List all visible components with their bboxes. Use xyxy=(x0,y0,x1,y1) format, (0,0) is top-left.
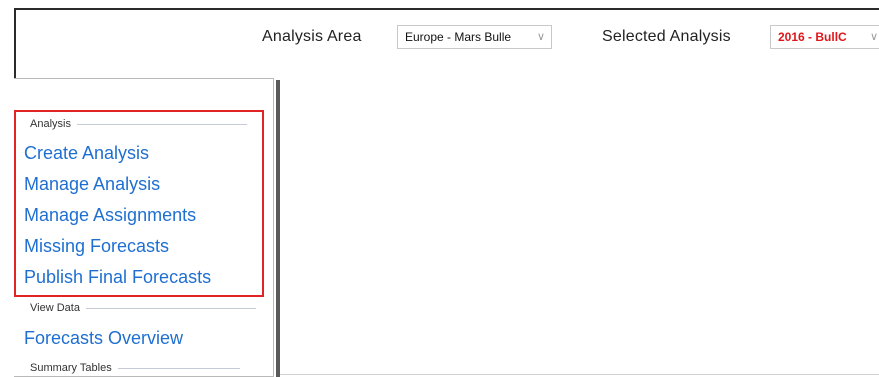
app-window: Analysis Area Europe - Mars Bulle ∨ Sele… xyxy=(0,0,879,377)
nav-link-manage-analysis[interactable]: Manage Analysis xyxy=(24,174,160,195)
analysis-area-label: Analysis Area xyxy=(262,28,362,45)
analysis-area-value: Europe - Mars Bulle xyxy=(405,30,512,44)
selected-analysis-label: Selected Analysis xyxy=(602,28,731,45)
window-border-top xyxy=(14,8,879,10)
selected-analysis-dropdown[interactable]: 2016 - BullC ∨ xyxy=(770,25,879,49)
section-divider xyxy=(76,123,247,125)
nav-link-forecasts-overview[interactable]: Forecasts Overview xyxy=(24,328,183,349)
nav-link-create-analysis[interactable]: Create Analysis xyxy=(24,143,149,164)
section-header-summary-tables: Summary Tables xyxy=(30,362,240,374)
section-title: Analysis xyxy=(30,118,71,130)
panel-splitter[interactable] xyxy=(276,80,280,377)
section-divider xyxy=(85,307,256,309)
section-title: View Data xyxy=(30,302,80,314)
analysis-area-dropdown[interactable]: Europe - Mars Bulle ∨ xyxy=(397,25,552,49)
nav-link-missing-forecasts[interactable]: Missing Forecasts xyxy=(24,236,169,257)
chevron-down-icon: ∨ xyxy=(536,31,545,43)
section-title: Summary Tables xyxy=(30,362,112,374)
section-divider xyxy=(117,367,240,369)
section-header-analysis: Analysis xyxy=(30,118,247,130)
chevron-down-icon: ∨ xyxy=(869,31,878,43)
selected-analysis-value: 2016 - BullC xyxy=(778,30,847,44)
nav-link-manage-assignments[interactable]: Manage Assignments xyxy=(24,205,196,226)
section-header-view-data: View Data xyxy=(30,302,256,314)
nav-link-publish-final-forecasts[interactable]: Publish Final Forecasts xyxy=(24,267,211,288)
content-bottom-border xyxy=(280,374,879,375)
